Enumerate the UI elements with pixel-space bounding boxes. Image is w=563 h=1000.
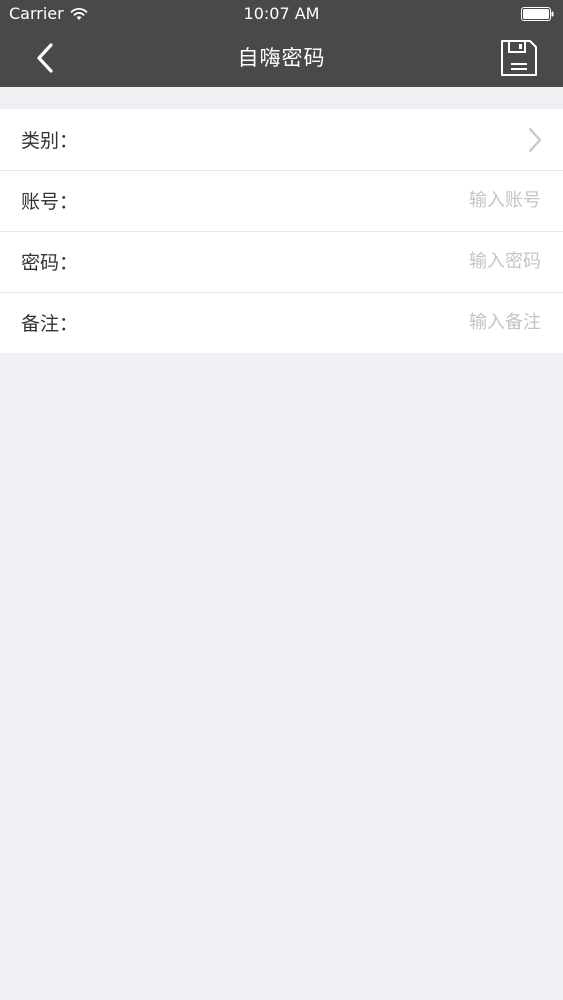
save-button[interactable] — [497, 36, 541, 80]
note-row: 备注： — [0, 292, 563, 353]
account-label: 账号： — [21, 191, 79, 213]
status-bar: Carrier 10:07 AM — [0, 0, 563, 28]
battery-icon — [521, 7, 554, 21]
account-row: 账号： — [0, 170, 563, 231]
password-row: 密码： — [0, 231, 563, 292]
status-time: 10:07 AM — [243, 4, 320, 23]
password-form: 类别： 账号： 密码： 备注： — [0, 109, 563, 353]
account-input[interactable] — [90, 189, 543, 212]
nav-bar: 自嗨密码 — [0, 28, 563, 87]
password-label: 密码： — [21, 252, 79, 274]
top-bar: Carrier 10:07 AM 自嗨密码 — [0, 0, 563, 87]
chevron-right-icon — [528, 127, 542, 152]
category-label: 类别： — [21, 130, 79, 152]
category-row[interactable]: 类别： — [0, 109, 563, 170]
note-input[interactable] — [90, 311, 543, 334]
page-title: 自嗨密码 — [237, 46, 326, 70]
note-label: 备注： — [21, 313, 79, 335]
password-input[interactable] — [90, 250, 543, 273]
floppy-disk-icon — [501, 40, 537, 76]
